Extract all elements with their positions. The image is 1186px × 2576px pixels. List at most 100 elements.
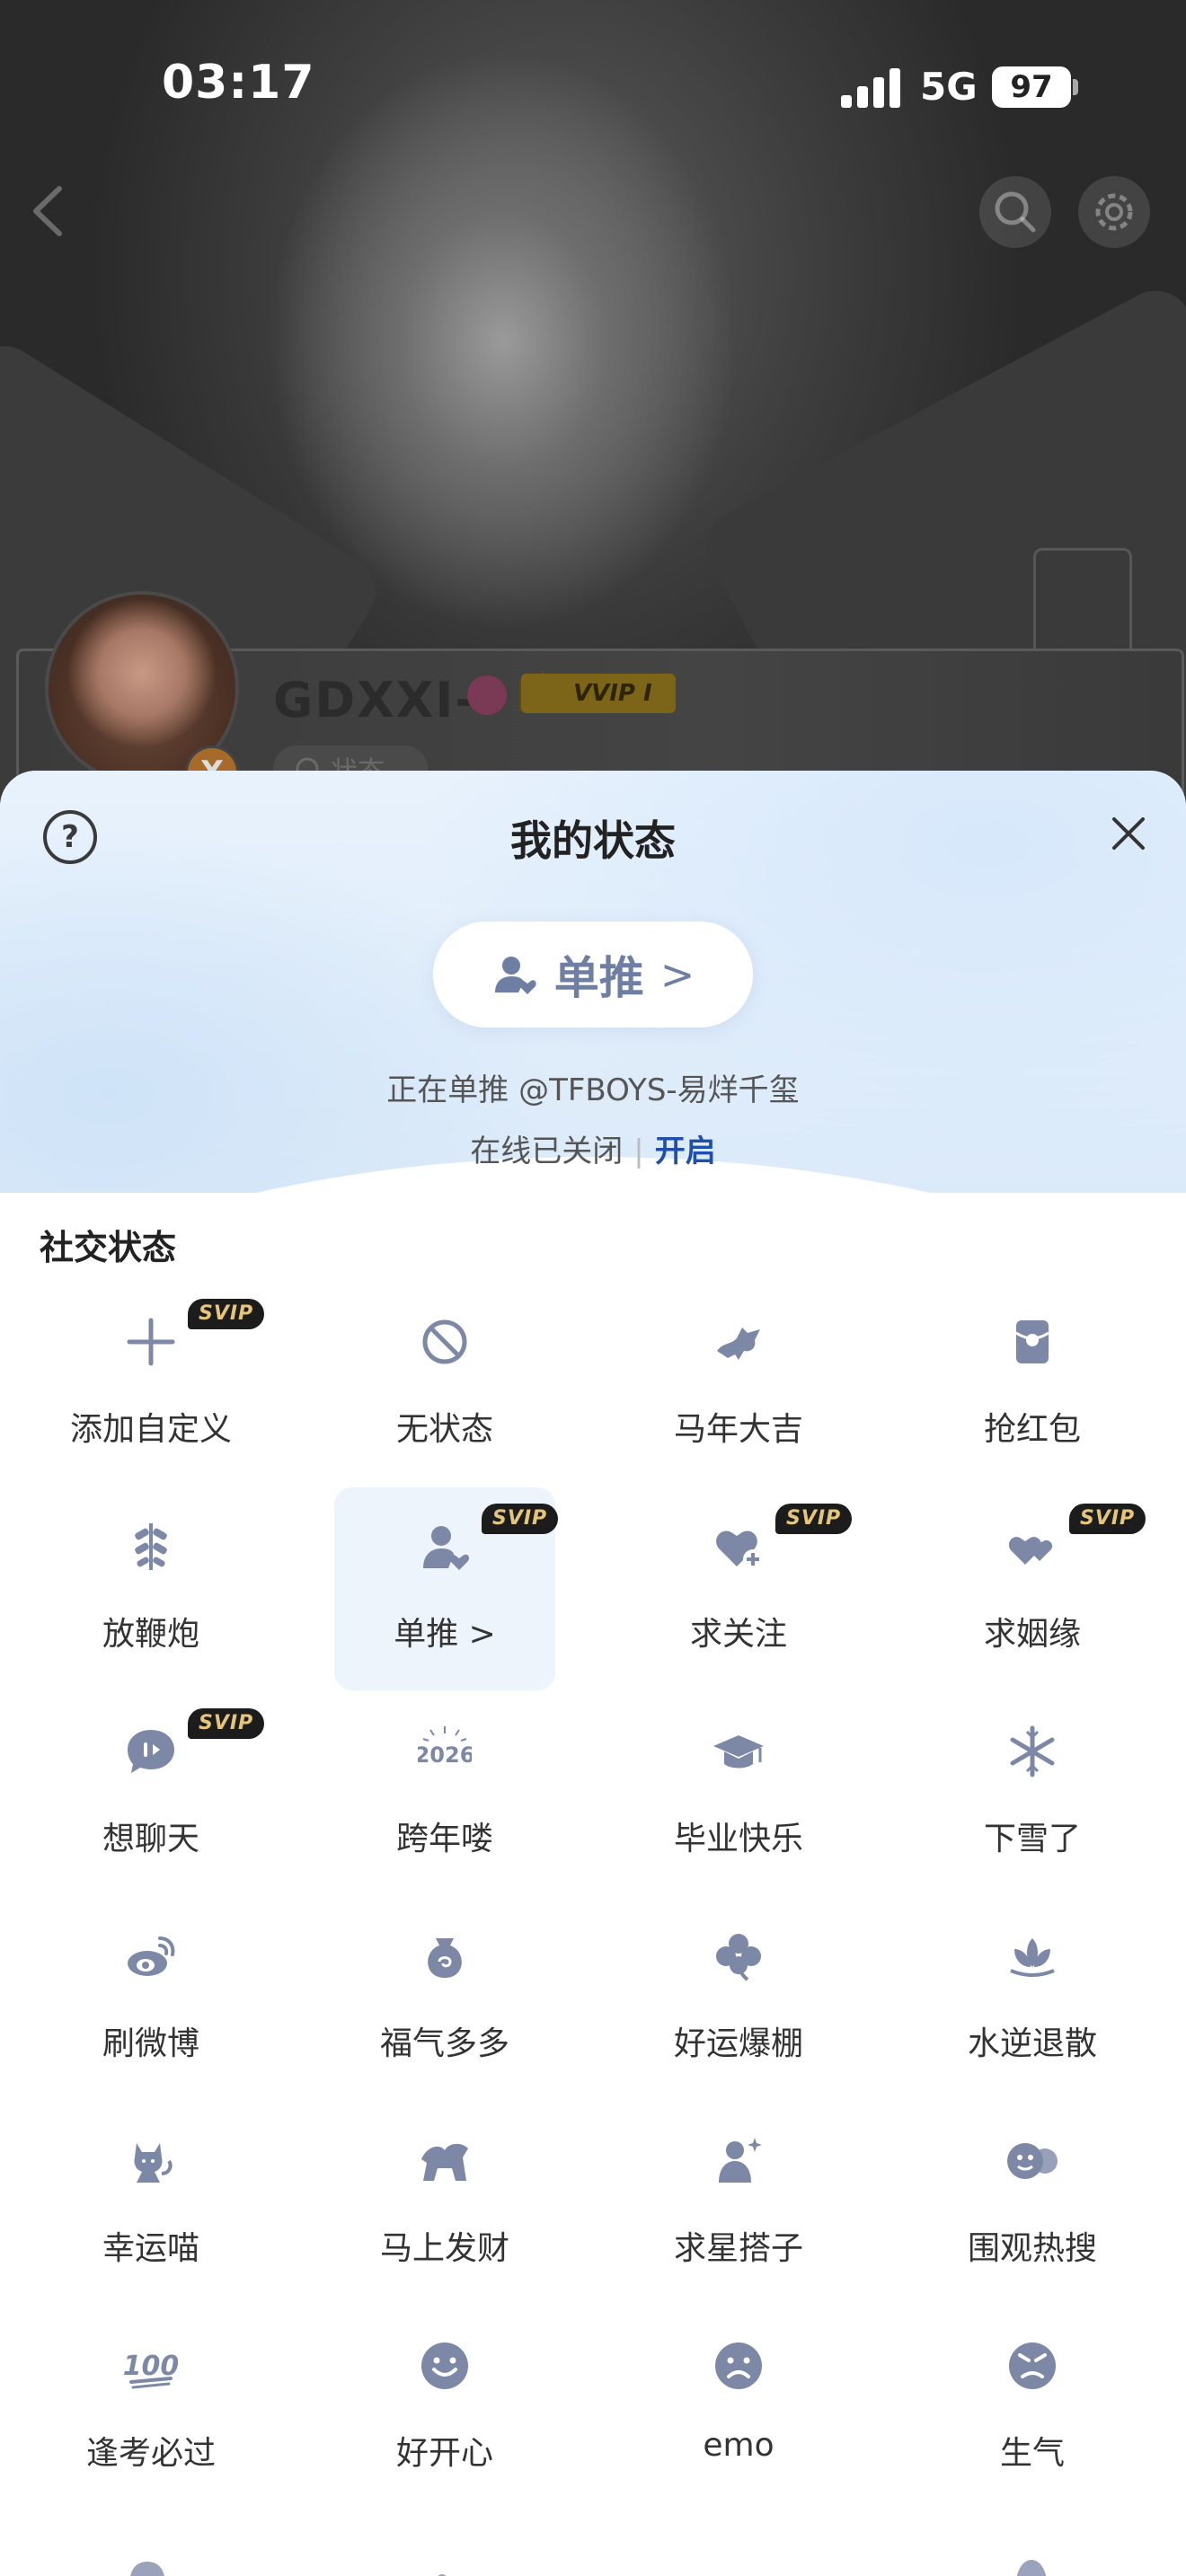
status-option[interactable]: 刷微博 [40,1897,261,2100]
status-option-label: 抢红包 [983,1411,1081,1448]
plus-icon [124,1315,178,1369]
status-option[interactable]: 想聊天 SVIP [40,1692,265,1895]
status-option-label: 福气多多 [379,2025,509,2062]
status-option-label: 水逆退散 [967,2025,1097,2062]
status-option[interactable]: 围观热搜 [922,2102,1143,2305]
status-option-label: 求姻缘 [983,1616,1081,1653]
back-arrow-icon[interactable] [23,180,77,243]
status-option-label: 逢考必过 [85,2435,216,2472]
status-option[interactable]: 毕业快乐 [628,1692,849,1895]
status-option[interactable]: 水逆退散 [922,1897,1143,2100]
status-option-label: 生气 [999,2435,1065,2472]
hundred-points-icon: 100 [124,2339,178,2393]
status-option[interactable]: 100 逢考必过 [40,2307,261,2510]
status-option-label: 单推 > [394,1616,496,1653]
status-option-label: 马上发财 [379,2230,509,2267]
next-row-icon [415,2549,469,2576]
status-option[interactable]: 放鞭炮 [40,1487,261,1690]
search-button[interactable] [979,176,1051,248]
angry-face-icon [1005,2339,1059,2393]
current-status-button[interactable]: 单推 > [433,922,753,1028]
lucky-cat-icon [124,2134,178,2188]
year-2026-icon: 2026 [418,1725,472,1778]
name-tag-icon [467,675,507,715]
enable-online-link[interactable]: 开启 [655,1134,716,1169]
next-row-icon [710,2549,764,2576]
divider: | [633,1134,644,1169]
status-bar: 03:17 5G 97 [0,0,1186,171]
firecracker-icon [124,1520,178,1574]
battery-tip [1073,79,1078,95]
lotus-icon [1005,1929,1059,1983]
gear-icon [1095,193,1133,231]
status-option-label: 想聊天 [102,1821,199,1857]
sheet-title: 我的状态 [510,816,676,865]
status-option-label: 围观热搜 [967,2230,1097,2267]
status-option-label: 下雪了 [983,1821,1081,1857]
close-button[interactable] [1102,808,1155,862]
status-option[interactable]: 无状态 [334,1283,555,1486]
sad-face-icon [712,2339,766,2393]
status-option-label: 无状态 [395,1411,493,1448]
horse-coin-icon [418,2134,472,2188]
next-row-icon [1005,2549,1058,2576]
username: GDXXI- [273,672,477,728]
settings-button[interactable] [1078,176,1150,248]
status-option[interactable]: 2026 跨年喽 [334,1692,555,1895]
svip-badge: SVIP [1069,1504,1146,1534]
status-option[interactable]: 幸运喵 [40,2102,261,2305]
status-option[interactable]: 福气多多 [334,1897,555,2100]
onlooker-faces-icon [1005,2134,1059,2188]
status-time: 03:17 [162,56,315,110]
search-icon [995,191,1036,233]
lucky-bag-icon [418,1929,472,1983]
clover-icon [712,1929,766,1983]
heart-plus-icon [712,1520,766,1574]
happy-face-icon [418,2339,472,2393]
snowflake-icon [1005,1725,1059,1778]
person-heart-icon [418,1520,472,1574]
svip-badge: SVIP [775,1504,853,1534]
red-envelope-icon [1005,1315,1059,1369]
status-option[interactable]: 生气 [922,2307,1143,2510]
status-option-label: 刷微博 [102,2025,199,2062]
my-status-sheet: ? 我的状态 单推 > 正在单推 @TFBOYS-易烊千玺 在线已关闭 | 开启 社… [0,771,1186,2576]
status-option-label: 跨年喽 [395,1821,493,1857]
no-status-icon [418,1315,472,1369]
status-option[interactable]: 下雪了 [922,1692,1143,1895]
status-option-label: 放鞭炮 [102,1616,199,1653]
status-option[interactable]: 好运爆棚 [628,1897,849,2100]
status-option-label: 添加自定义 [69,1411,232,1448]
svip-badge: SVIP [188,1299,265,1329]
status-option[interactable]: 抢红包 [922,1283,1143,1486]
network-type: 5G [920,65,978,109]
current-status-description: 正在单推 @TFBOYS-易烊千玺 [386,1072,800,1108]
horse-icon [712,1315,766,1369]
status-option-label: 马年大吉 [673,1411,803,1448]
current-status-label: 单推 [553,952,644,1004]
hourglass-decoration-icon [1033,548,1132,665]
battery-icon: 97 [992,66,1071,108]
status-option[interactable]: 马上发财 [334,2102,555,2305]
svg-text:2026: 2026 [418,1742,472,1768]
svip-badge: SVIP [188,1708,265,1739]
status-option[interactable]: 好开心 [334,2307,555,2510]
status-option-label: emo [703,2427,774,2464]
status-option-label: 好运爆棚 [673,2025,803,2062]
status-option[interactable]: 求姻缘 SVIP [922,1487,1146,1690]
online-visibility-row: 在线已关闭 | 开启 [0,1126,1186,1170]
next-row-icon [120,2549,174,2576]
section-title: 社交状态 [40,1228,177,1267]
status-option[interactable]: 求关注 SVIP [628,1487,853,1690]
double-heart-icon [1005,1520,1059,1574]
status-option[interactable]: emo [628,2307,849,2510]
status-option[interactable]: 马年大吉 [628,1283,849,1486]
status-option[interactable]: 求星搭子 [628,2102,849,2305]
status-option[interactable]: 单推 > SVIP [334,1487,559,1690]
online-status-text: 在线已关闭 [470,1134,624,1169]
status-option-label: 幸运喵 [102,2230,199,2267]
graduation-cap-icon [712,1725,766,1778]
chevron-right-icon: > [659,950,695,999]
status-option[interactable]: 添加自定义 SVIP [40,1283,265,1486]
battery-level: 97 [1010,69,1053,105]
